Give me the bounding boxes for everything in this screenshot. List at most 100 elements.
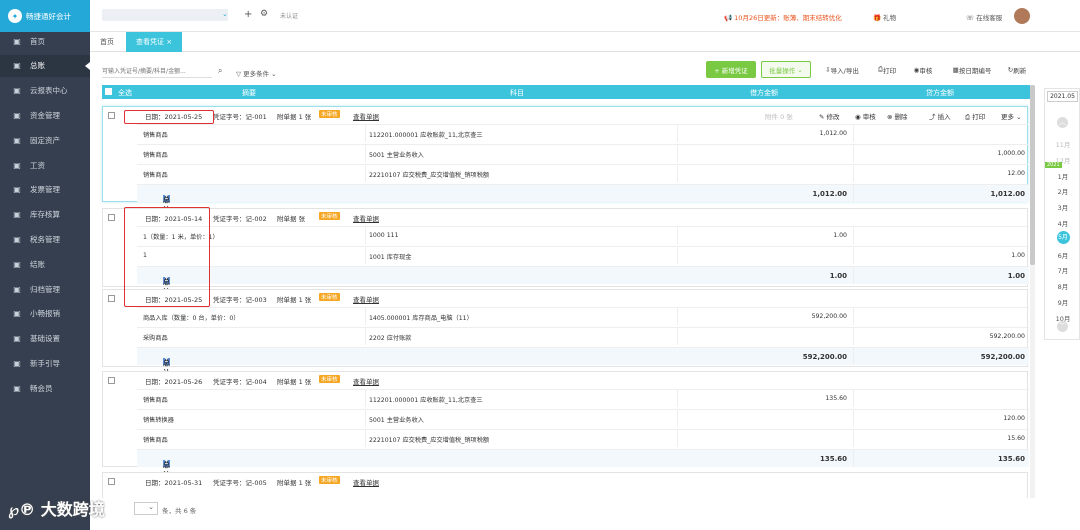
total-debit: 135.60 bbox=[819, 455, 847, 463]
sidebar-item-guide[interactable]: ▣ 新手引导 bbox=[0, 352, 90, 374]
notice-text[interactable]: 📢 10月26日更新：账簿、期末结转优化 bbox=[724, 12, 842, 22]
checkout-icon: ▣ bbox=[13, 259, 21, 269]
sidebar-item-asset[interactable]: ▣ 固定资产 bbox=[0, 129, 90, 151]
reimburse-icon: ▣ bbox=[13, 309, 21, 319]
voucher-number: 凭证字号：记-005 bbox=[213, 479, 267, 487]
total-debit: 592,200.00 bbox=[802, 353, 847, 361]
more-conditions-button[interactable]: ▽ 更多条件 ⌄ bbox=[236, 68, 277, 78]
month-item[interactable]: 3月 bbox=[1045, 202, 1080, 212]
entry-subject: 1000 111 bbox=[369, 232, 399, 239]
view-attachment-link[interactable]: 查看单据 bbox=[353, 111, 379, 121]
month-item[interactable]: 6月 bbox=[1045, 250, 1080, 260]
month-picker: 2021.05 ︿ 11月 12月 1月 2月 3月 4月 5月 6月 7月 8月 9月 10月 ﹀ … bbox=[1044, 88, 1080, 340]
month-item[interactable]: 9月 bbox=[1045, 297, 1080, 307]
month-item[interactable]: 2月 bbox=[1045, 186, 1080, 196]
scrollbar[interactable] bbox=[1030, 85, 1035, 505]
sidebar-item-reimburse[interactable]: ▣ 小畅报销 bbox=[0, 303, 90, 325]
print-action[interactable]: ⎙ 打印 bbox=[965, 111, 985, 122]
entry-credit: 1,000.00 bbox=[997, 150, 1025, 157]
month-item[interactable]: 1月 bbox=[1045, 171, 1080, 181]
close-icon[interactable]: × bbox=[166, 38, 172, 46]
avatar[interactable] bbox=[1014, 8, 1030, 24]
current-period[interactable]: 2021.05 bbox=[1047, 91, 1078, 102]
sidebar-item-invoice[interactable]: ▣ 发票管理 bbox=[0, 179, 90, 201]
voucher-card[interactable]: 日期：2021-05-25 凭证字号：记-003 附单据 1 张未审核 查看单据 商品入… bbox=[102, 289, 1029, 377]
voucher-date: 日期：2021-05-26 bbox=[145, 378, 203, 386]
more-action[interactable]: 更多 ⌄ bbox=[1001, 111, 1022, 121]
account-selector[interactable] bbox=[102, 9, 228, 21]
sidebar-item-cloud-report[interactable]: ▣ 云报表中心 bbox=[0, 80, 90, 102]
inventory-icon: ▣ bbox=[13, 210, 21, 220]
gift-link[interactable]: 🎁 礼物 bbox=[873, 12, 896, 22]
audit-action[interactable]: ◉ 审核 bbox=[855, 111, 876, 121]
month-item[interactable]: 7月 bbox=[1045, 265, 1080, 275]
sidebar-item-label: 畅会员 bbox=[30, 383, 53, 393]
voucher-card[interactable]: 日期：2021-05-14 凭证字号：记-002 附单据 张未审核 查看单据 1（数量：… bbox=[102, 208, 1029, 296]
chevron-down-icon[interactable]: ⌄ bbox=[222, 10, 228, 18]
audit-button[interactable]: ◉ 审核 bbox=[908, 61, 938, 78]
month-item[interactable]: 8月 bbox=[1045, 281, 1080, 291]
sidebar-item-label: 固定资产 bbox=[30, 135, 60, 145]
voucher-entry-row: 销售商品 112201.000001 应收账款_11,北京查三 1,012.00 bbox=[137, 124, 1029, 142]
online-service-link[interactable]: ☏ 在线客服 bbox=[966, 12, 1002, 22]
sidebar-item-ledger[interactable]: ▣ 总账 bbox=[0, 54, 90, 77]
bell-icon: 📢 bbox=[724, 14, 735, 22]
chevron-down-icon[interactable]: ﹀ bbox=[1057, 321, 1068, 332]
highlight-annotation bbox=[124, 207, 210, 307]
voucher-entry-row: 1（数量：1 米，单价：1） 1000 111 1.00 bbox=[137, 226, 1029, 244]
tab-view-voucher[interactable]: 查看凭证 × bbox=[126, 32, 183, 52]
view-attachment-link[interactable]: 查看单据 bbox=[353, 294, 379, 304]
sidebar-item-inventory[interactable]: ▣ 库存核算 bbox=[0, 204, 90, 226]
delete-action[interactable]: ⊗ 删除 bbox=[887, 111, 908, 121]
sidebar-item-label: 归档管理 bbox=[30, 284, 60, 294]
sidebar-item-salary[interactable]: ▣ 工资 bbox=[0, 154, 90, 176]
sidebar-item-label: 新手引导 bbox=[30, 358, 60, 368]
refresh-button[interactable]: ↻ 刷新 bbox=[1002, 61, 1032, 78]
account-status: 未认证 bbox=[280, 13, 299, 20]
tab-home[interactable]: 首页 bbox=[100, 32, 114, 52]
voucher-total-row: Σ总计592,200.00592,200.00 bbox=[137, 347, 1029, 377]
view-attachment-link[interactable]: 查看单据 bbox=[353, 376, 379, 386]
voucher-entry-row: 1 1001 库存现金 1.00 bbox=[137, 246, 1029, 264]
voucher-header: 日期：2021-05-14 凭证字号：记-002 附单据 张未审核 查看单据 bbox=[103, 209, 1027, 226]
app-logo[interactable]: ✦ 畅捷通好会计 bbox=[0, 0, 90, 32]
search-icon[interactable]: ⌕ bbox=[218, 66, 222, 76]
print-button[interactable]: ⎙ 打印 bbox=[872, 61, 902, 78]
month-item[interactable]: 11月 bbox=[1045, 139, 1080, 149]
month-item[interactable]: 5月 bbox=[1045, 230, 1080, 244]
voucher-card[interactable]: 日期：2021-05-26 凭证字号：记-004 附单据 1 张未审核 查看单据 销售商… bbox=[102, 371, 1029, 479]
entry-summary: 销售商品 bbox=[143, 437, 168, 444]
entry-subject: 1405.000001 库存商品_电脑（11） bbox=[369, 315, 473, 322]
page-size-select[interactable]: ⌄ bbox=[134, 502, 158, 515]
sidebar-item-label: 结账 bbox=[30, 259, 45, 269]
settings-icon: ▣ bbox=[13, 334, 21, 344]
renumber-button[interactable]: ▦ 按日期编号 bbox=[946, 61, 998, 78]
col-summary: 摘要 bbox=[242, 89, 256, 97]
sidebar-item-archive[interactable]: ▣ 归档管理 bbox=[0, 278, 90, 300]
import-export-button[interactable]: ⇩ 导入/导出 bbox=[818, 61, 866, 78]
voucher-total-row: Σ总计1.001.00 bbox=[137, 266, 1029, 296]
entry-summary: 商品入库（数量：0 台，单价：0） bbox=[143, 315, 240, 322]
entry-subject: 5001 主营业务收入 bbox=[369, 152, 424, 159]
chevron-up-icon[interactable]: ︿ bbox=[1057, 117, 1068, 128]
voucher-entry-row: 销售转换器 5001 主营业务收入 120.00 bbox=[137, 409, 1029, 427]
print-icon: ⎙ bbox=[965, 113, 971, 121]
view-attachment-link[interactable]: 查看单据 bbox=[353, 477, 379, 487]
view-attachment-link[interactable]: 查看单据 bbox=[353, 213, 379, 223]
month-item[interactable]: 4月 bbox=[1045, 218, 1080, 228]
sidebar-item-vip[interactable]: ▣ 畅会员 bbox=[0, 377, 90, 399]
new-voucher-button[interactable]: + 新增凭证 bbox=[706, 61, 756, 78]
select-all-checkbox[interactable] bbox=[105, 88, 112, 95]
gear-icon[interactable]: ⚙ bbox=[260, 9, 268, 19]
batch-operation-button[interactable]: 批量操作 ⌄ bbox=[761, 61, 811, 78]
voucher-card[interactable]: 日期：2021-05-25 凭证字号：记-001 附单据 1 张未审核 查看单据 附件 … bbox=[102, 106, 1029, 214]
search-input[interactable] bbox=[102, 66, 212, 78]
sidebar-item-tax[interactable]: ▣ 税务管理 bbox=[0, 228, 90, 250]
insert-action[interactable]: ⤴ 插入 bbox=[929, 111, 951, 121]
sidebar-item-settings[interactable]: ▣ 基础设置 bbox=[0, 328, 90, 350]
sidebar-item-checkout[interactable]: ▣ 结账 bbox=[0, 253, 90, 275]
add-icon[interactable]: + bbox=[244, 9, 252, 20]
edit-action[interactable]: ✎ 修改 bbox=[819, 111, 840, 121]
sidebar-item-home[interactable]: ▣ 首页 bbox=[0, 30, 90, 52]
sidebar-item-wallet[interactable]: ▣ 资金管理 bbox=[0, 104, 90, 126]
